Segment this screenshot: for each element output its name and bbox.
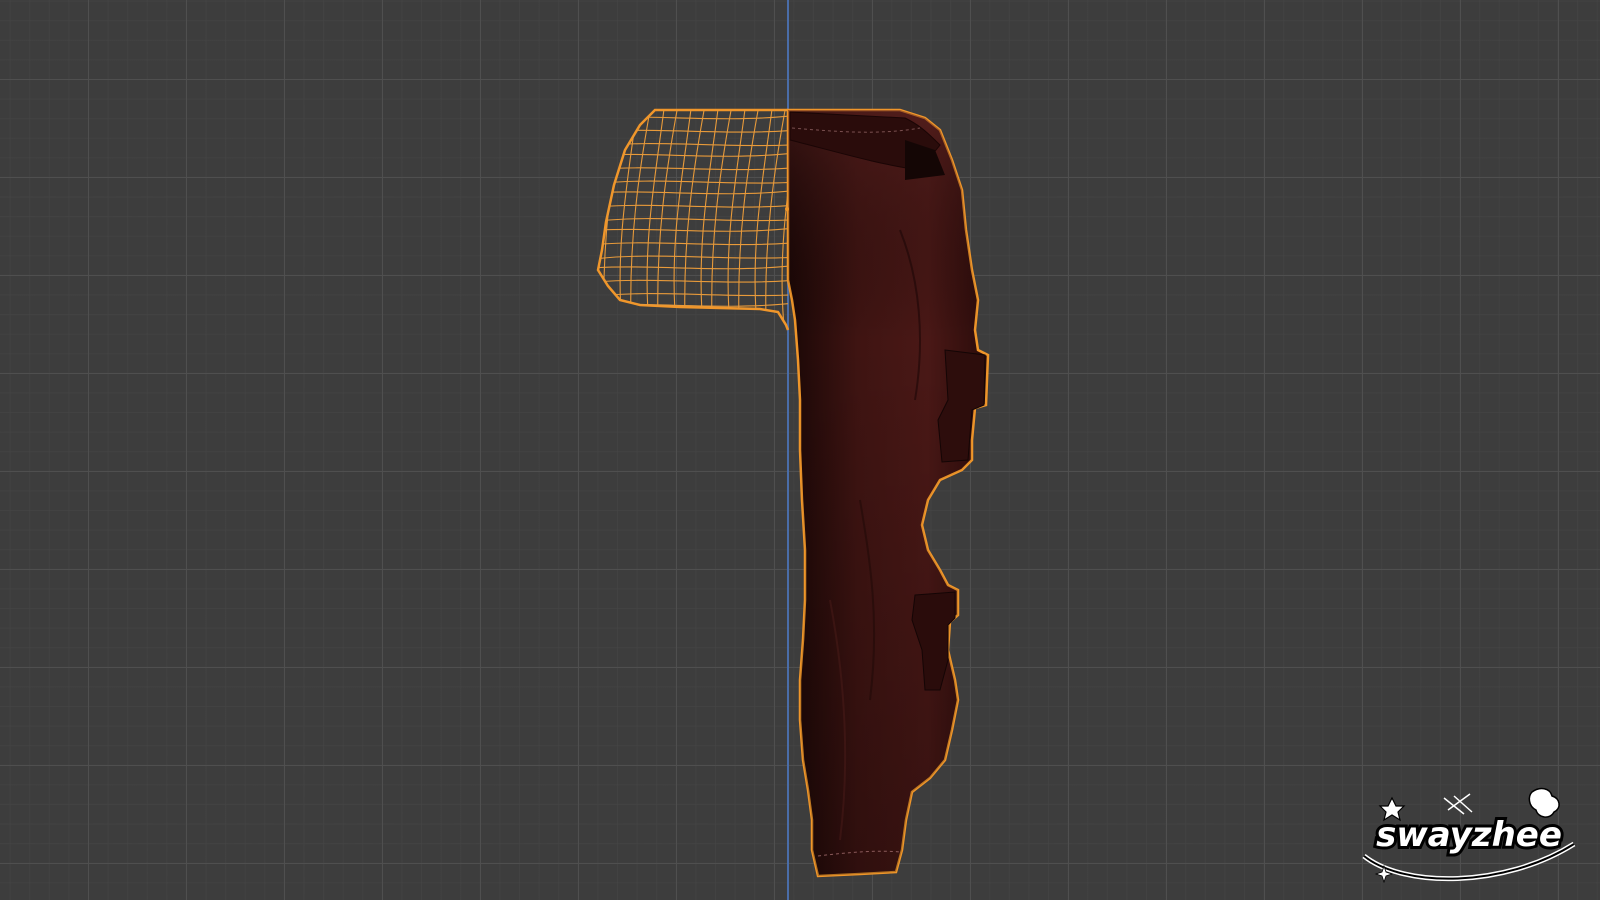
wireframe-edge-loop (598, 152, 788, 157)
viewport-scene[interactable] (0, 0, 1600, 900)
shading-overlay (788, 110, 988, 876)
3d-viewport[interactable]: swayzhee (0, 0, 1600, 900)
wireframe-half[interactable] (590, 105, 800, 331)
wireframe-edge-loop (598, 218, 788, 223)
wireframe-edge (765, 110, 787, 321)
wireframe-edge-loop (598, 242, 788, 246)
wireframe-edge (657, 110, 679, 321)
wireframe-edge-loop (598, 143, 788, 148)
wireframe-edge (738, 110, 760, 321)
wireframe-edge (711, 110, 733, 321)
shaded-half[interactable] (785, 108, 990, 878)
wireframe-edge (684, 110, 706, 321)
watermark-logo: swayzhee (1362, 787, 1576, 884)
wireframe-grid (598, 110, 788, 321)
wireframe-edge-loop (598, 227, 788, 232)
wireframe-edge-loop (598, 180, 788, 186)
wireframe-edge-loop (598, 129, 788, 134)
selected-vertex[interactable] (785, 207, 789, 211)
wireframe-edge-loop (598, 190, 788, 195)
wireframe-edge-loop (598, 302, 788, 307)
watermark-text: swayzhee (1376, 815, 1562, 855)
